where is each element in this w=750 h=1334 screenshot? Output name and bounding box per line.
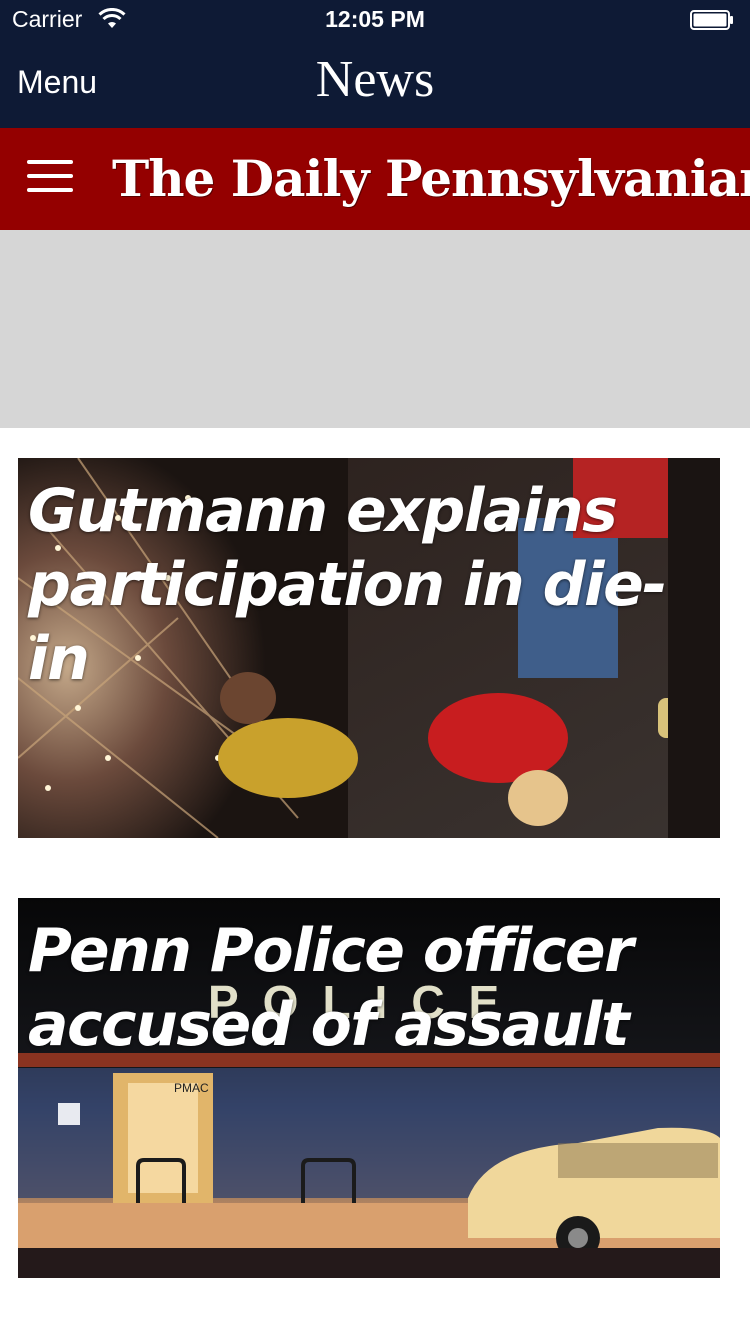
battery-icon bbox=[690, 10, 733, 30]
status-time: 12:05 PM bbox=[325, 6, 425, 32]
page-title: News bbox=[315, 51, 435, 108]
door-sign: PMAC bbox=[174, 1081, 209, 1095]
brand-header: The Daily Pennsylvanian bbox=[0, 128, 750, 230]
status-bar: Carrier 12:05 PM bbox=[0, 0, 750, 40]
navigation-bar: Menu News bbox=[0, 40, 750, 128]
masthead-logo[interactable]: The Daily Pennsylvanian bbox=[112, 144, 750, 214]
article-card[interactable]: POLICE PMAC Penn Police officer accused … bbox=[18, 898, 720, 1278]
article-headline: Penn Police officer accused of assault bbox=[28, 916, 634, 1060]
article-card[interactable]: Gutmann explains participation in die-in bbox=[18, 458, 720, 838]
hamburger-icon[interactable] bbox=[27, 160, 73, 196]
ad-banner bbox=[0, 230, 750, 428]
article-headline: Gutmann explains participation in die-in bbox=[28, 476, 667, 694]
